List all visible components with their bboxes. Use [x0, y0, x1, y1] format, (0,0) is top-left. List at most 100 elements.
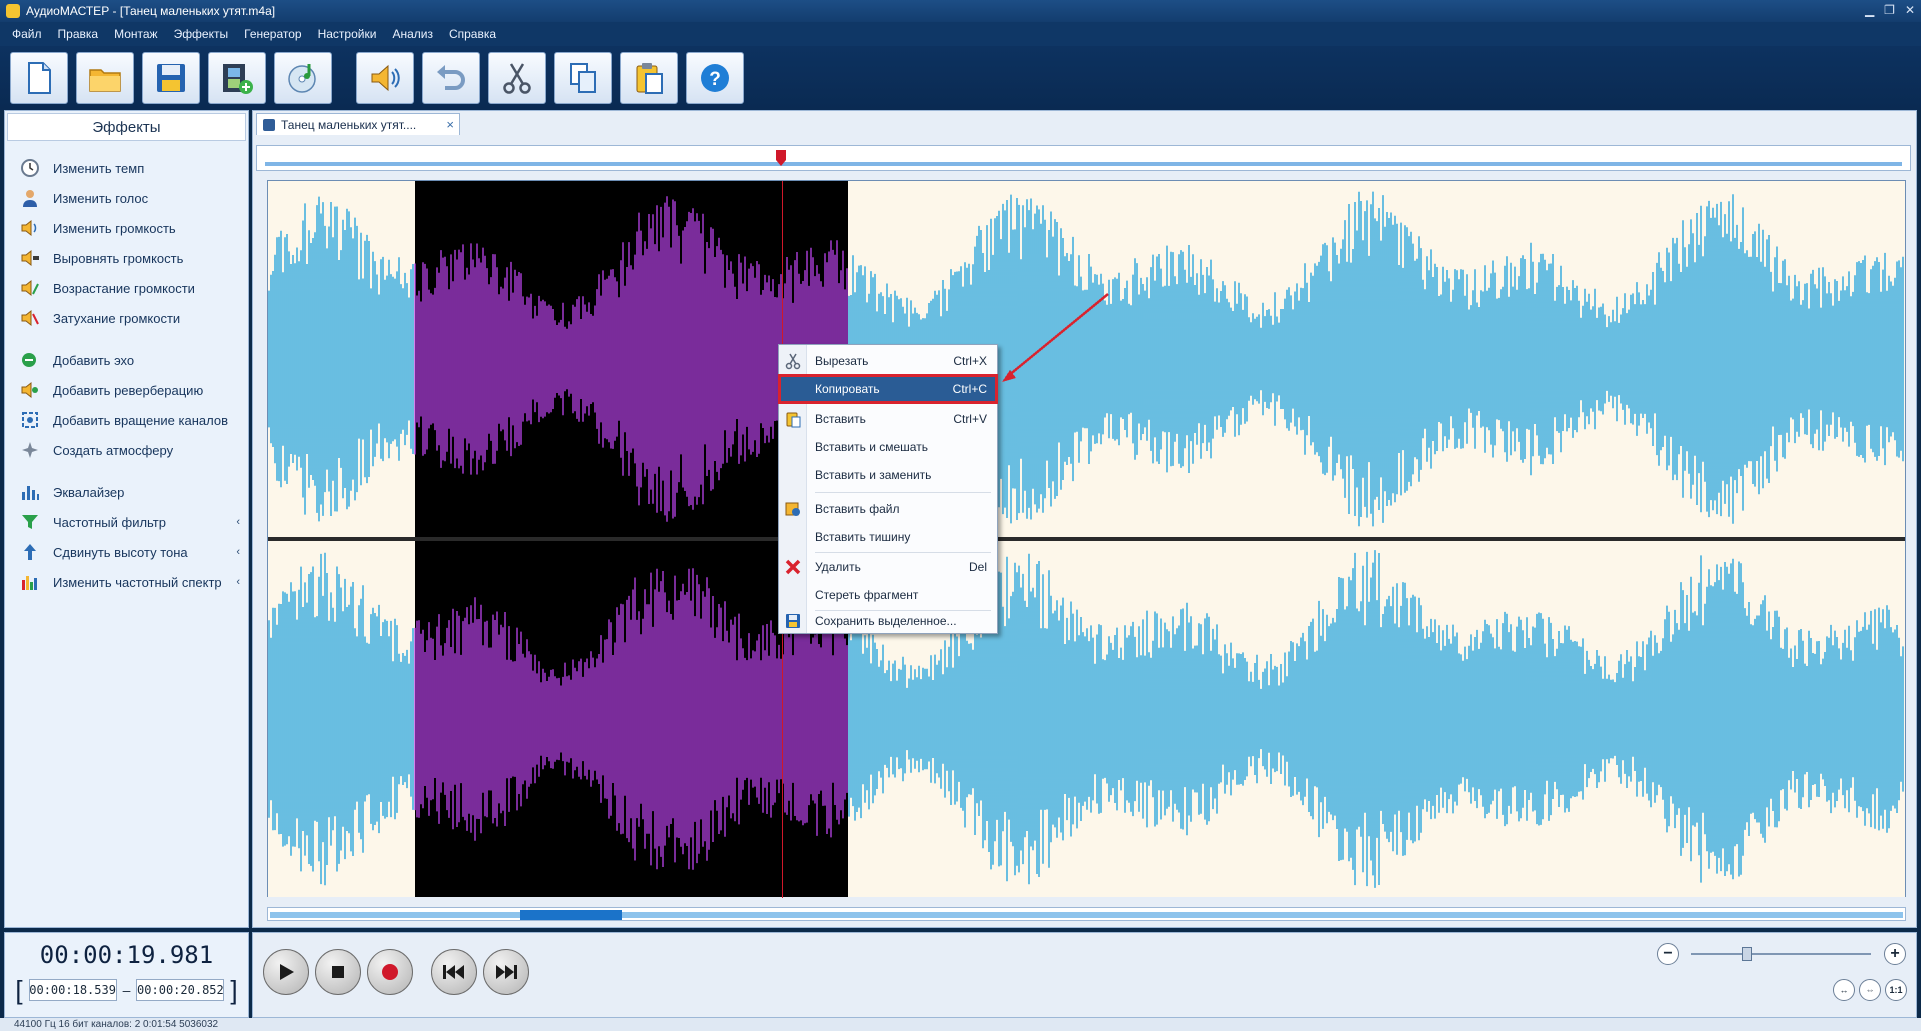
ctx-label: Стереть фрагмент: [815, 588, 919, 602]
title-bar: АудиоМАСТЕР - [Танец маленьких утят.m4a]…: [0, 0, 1921, 22]
copy-button[interactable]: [554, 52, 612, 104]
stop-button[interactable]: [315, 949, 361, 995]
menu-file[interactable]: Файл: [4, 27, 50, 41]
effect-label: Выровнять громкость: [53, 250, 184, 266]
selection-start-field[interactable]: 00:00:18.539: [28, 979, 117, 1001]
ctx-paste-mix[interactable]: Вставить и смешать: [779, 433, 997, 461]
volume-level-icon: [19, 247, 41, 269]
menu-settings[interactable]: Настройки: [310, 27, 385, 41]
time-panel: 00:00:19.981 [ 00:00:18.539 – 00:00:20.8…: [4, 932, 249, 1018]
timeline-ruler[interactable]: [256, 145, 1911, 171]
ctx-copy[interactable]: Копировать Ctrl+C: [778, 374, 998, 404]
app-icon: [6, 4, 20, 18]
help-button[interactable]: ?: [686, 52, 744, 104]
effect-frequency-filter[interactable]: Частотный фильтр ‹: [5, 507, 248, 537]
playhead-marker-icon[interactable]: [775, 150, 787, 166]
burn-cd-button[interactable]: [274, 52, 332, 104]
zoom-slider-thumb[interactable]: [1742, 947, 1752, 961]
zoom-slider-track[interactable]: [1691, 953, 1871, 955]
scrollbar-track[interactable]: [270, 912, 1903, 918]
ctx-cut[interactable]: Вырезать Ctrl+X: [779, 347, 997, 375]
ctx-paste[interactable]: Вставить Ctrl+V: [779, 405, 997, 433]
effect-fade-out[interactable]: Затухание громкости: [5, 303, 248, 333]
close-tab-icon[interactable]: ×: [446, 117, 454, 132]
context-menu: Вырезать Ctrl+X Копировать Ctrl+C Встави…: [778, 344, 998, 634]
rewind-button[interactable]: [431, 949, 477, 995]
current-time: 00:00:19.981: [39, 941, 214, 969]
effect-pitch-shift[interactable]: Сдвинуть высоту тона ‹: [5, 537, 248, 567]
effect-add-reverb[interactable]: Добавить реверберацию: [5, 375, 248, 405]
effect-label: Изменить голос: [53, 190, 149, 206]
file-tab[interactable]: Танец маленьких утят.... ×: [256, 113, 460, 135]
ctx-insert-silence[interactable]: Вставить тишину: [779, 523, 997, 551]
effect-change-spectrum[interactable]: Изменить частотный спектр ‹: [5, 567, 248, 597]
ctx-label: Вставить: [815, 412, 866, 426]
close-window-button[interactable]: ✕: [1905, 3, 1915, 17]
ctx-save-selection[interactable]: Сохранить выделенное...: [779, 607, 997, 635]
volume-change-icon: [19, 217, 41, 239]
new-file-button[interactable]: [10, 52, 68, 104]
effect-rotate-channels[interactable]: Добавить вращение каналов: [5, 405, 248, 435]
ctx-delete[interactable]: Удалить Del: [779, 553, 997, 581]
ctx-shortcut: Del: [968, 560, 987, 574]
menu-help[interactable]: Справка: [441, 27, 504, 41]
zoom-in-button[interactable]: +: [1884, 943, 1906, 965]
add-video-button[interactable]: [208, 52, 266, 104]
fast-forward-icon: [496, 965, 517, 979]
menu-effects[interactable]: Эффекты: [166, 27, 237, 41]
file-tab-label: Танец маленьких утят....: [281, 117, 417, 132]
effect-create-atmosphere[interactable]: Создать атмосферу: [5, 435, 248, 465]
fit-width-button[interactable]: ↔: [1833, 979, 1855, 1001]
effect-normalize-volume[interactable]: Выровнять громкость: [5, 243, 248, 273]
effect-change-tempo[interactable]: Изменить темп: [5, 153, 248, 183]
minimize-button[interactable]: ▁: [1865, 3, 1874, 17]
effect-change-volume[interactable]: Изменить громкость: [5, 213, 248, 243]
effect-label: Добавить эхо: [53, 352, 135, 368]
equalizer-icon: [19, 481, 41, 503]
menu-edit[interactable]: Правка: [50, 27, 107, 41]
horizontal-scrollbar[interactable]: [267, 907, 1906, 921]
undo-icon: [437, 65, 465, 90]
cut-button[interactable]: [488, 52, 546, 104]
scissors-icon: [503, 63, 531, 94]
menu-generator[interactable]: Генератор: [236, 27, 309, 41]
selection-range: [ 00:00:18.539 – 00:00:20.852 ]: [5, 977, 248, 1003]
effect-fade-in[interactable]: Возрастание громкости: [5, 273, 248, 303]
annotation-arrow-icon: [1002, 293, 1109, 382]
record-button[interactable]: [367, 949, 413, 995]
cd-music-icon: [288, 64, 316, 93]
open-file-button[interactable]: [76, 52, 134, 104]
ctx-label: Вставить тишину: [815, 530, 911, 544]
scrollbar-thumb[interactable]: [520, 910, 622, 920]
fit-selection-button[interactable]: ⇔: [1859, 979, 1881, 1001]
range-open-bracket: [: [15, 975, 23, 1005]
selection-end-field[interactable]: 00:00:20.852: [136, 979, 225, 1001]
effect-equalizer[interactable]: Эквалайзер: [5, 477, 248, 507]
play-button[interactable]: [263, 949, 309, 995]
effect-change-voice[interactable]: Изменить голос: [5, 183, 248, 213]
clock-icon: [19, 157, 41, 179]
menu-analysis[interactable]: Анализ: [384, 27, 441, 41]
ctx-erase-fragment[interactable]: Стереть фрагмент: [779, 581, 997, 609]
waveform-view[interactable]: [267, 180, 1906, 898]
pitch-icon: [19, 541, 41, 563]
ctx-insert-file[interactable]: Вставить файл: [779, 495, 997, 523]
restore-button[interactable]: ❐: [1884, 3, 1895, 17]
ctx-separator: [815, 492, 991, 493]
volume-button[interactable]: [356, 52, 414, 104]
paste-button[interactable]: [620, 52, 678, 104]
zoom-actual-size-button[interactable]: 1:1: [1885, 979, 1907, 1001]
rotate-channels-icon: [19, 409, 41, 431]
effects-list: Изменить темп Изменить голос Изменить гр…: [5, 143, 248, 597]
save-button[interactable]: [142, 52, 200, 104]
status-bar: 44100 Гц 16 бит каналов: 2 0:01:54 50360…: [0, 1018, 1921, 1031]
menu-montage[interactable]: Монтаж: [106, 27, 166, 41]
effect-add-echo[interactable]: Добавить эхо: [5, 345, 248, 375]
zoom-out-button[interactable]: −: [1657, 943, 1679, 965]
undo-button[interactable]: [422, 52, 480, 104]
fast-forward-button[interactable]: [483, 949, 529, 995]
waveform-channel-right[interactable]: [268, 541, 1905, 897]
effect-label: Эквалайзер: [53, 484, 125, 500]
effect-label: Сдвинуть высоту тона: [53, 544, 188, 560]
ctx-paste-replace[interactable]: Вставить и заменить: [779, 461, 997, 489]
